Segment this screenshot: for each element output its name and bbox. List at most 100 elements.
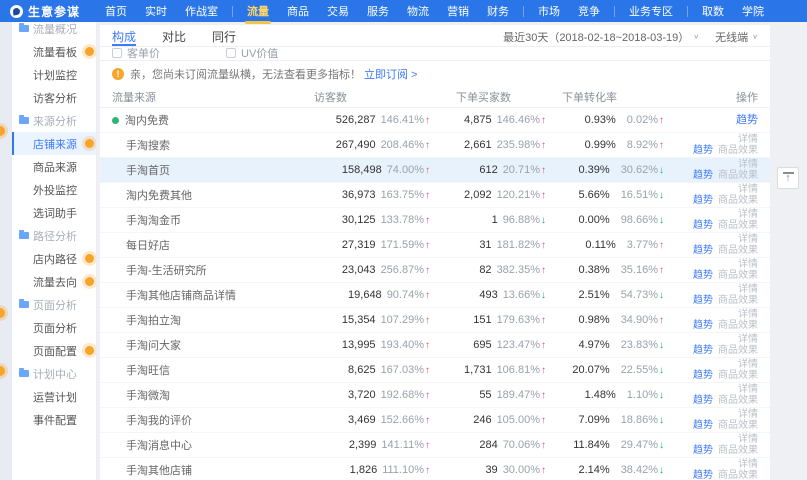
item-effect-link[interactable]: 商品效果	[718, 295, 758, 306]
nav-item-4[interactable]: 商品	[278, 0, 318, 22]
detail-link[interactable]: 详情	[738, 234, 758, 245]
table-row[interactable]: 淘内免费526,287146.41%↑4,875146.46%↑0.93%0.0…	[100, 108, 770, 133]
sidebar-item-2[interactable]: 计划监控	[12, 63, 96, 86]
tab-2[interactable]: 同行	[212, 27, 236, 46]
trend-link[interactable]: 趋势	[693, 320, 713, 331]
item-effect-link[interactable]: 商品效果	[718, 395, 758, 406]
table-row[interactable]: 手淘搜索267,490208.46%↑2,661235.98%↑0.99%8.9…	[100, 133, 770, 158]
detail-link[interactable]: 详情	[738, 259, 758, 270]
trend-link[interactable]: 趋势	[693, 145, 713, 156]
table-row[interactable]: 手淘淘金币30,125133.78%↑196.88%↓0.00%98.66%↓详…	[100, 208, 770, 233]
sidebar-item-7[interactable]: 外投监控	[12, 178, 96, 201]
trend-link[interactable]: 趋势	[693, 470, 713, 480]
tab-0[interactable]: 构成	[112, 27, 136, 46]
item-effect-link[interactable]: 商品效果	[718, 170, 758, 181]
detail-link[interactable]: 详情	[738, 284, 758, 295]
subscribe-link[interactable]: 立即订阅 >	[364, 66, 417, 82]
table-row[interactable]: 淘内免费其他36,973163.75%↑2,092120.21%↑5.66%16…	[100, 183, 770, 208]
nav-item-0[interactable]: 首页	[96, 0, 136, 22]
item-effect-link[interactable]: 商品效果	[718, 370, 758, 381]
item-effect-link[interactable]: 商品效果	[718, 195, 758, 206]
sidebar-item-8[interactable]: 选词助手	[12, 201, 96, 224]
detail-link[interactable]: 详情	[738, 209, 758, 220]
item-effect-link[interactable]: 商品效果	[718, 470, 758, 480]
nav-item-3[interactable]: 流量	[238, 0, 278, 22]
trend-link[interactable]: 趋势	[693, 245, 713, 256]
sidebar-item-17[interactable]: 事件配置	[12, 408, 96, 431]
detail-link[interactable]: 详情	[738, 309, 758, 320]
detail-link[interactable]: 详情	[738, 184, 758, 195]
sidebar-item-3[interactable]: 访客分析	[12, 86, 96, 109]
sidebar-section-0[interactable]: 流量概况	[12, 22, 96, 40]
trend-link[interactable]: 趋势	[693, 370, 713, 381]
table-row[interactable]: 手淘拍立淘15,354107.29%↑151179.63%↑0.98%34.90…	[100, 308, 770, 333]
trend-link[interactable]: 趋势	[693, 195, 713, 206]
detail-link[interactable]: 详情	[738, 359, 758, 370]
terminal-selector[interactable]: 无线端 ∨	[715, 29, 758, 45]
nav-item-6[interactable]: 服务	[358, 0, 398, 22]
sidebar-item-14[interactable]: 页面配置	[12, 339, 96, 362]
table-row[interactable]: 每日好店27,319171.59%↑31181.82%↑0.11%3.77%↑详…	[100, 233, 770, 258]
trend-link[interactable]: 趋势	[693, 445, 713, 456]
table-row[interactable]: 手淘-生活研究所23,043256.87%↑82382.35%↑0.38%35.…	[100, 258, 770, 283]
item-effect-link[interactable]: 商品效果	[718, 345, 758, 356]
detail-link[interactable]: 详情	[738, 409, 758, 420]
nav-item-11[interactable]: 竞争	[569, 0, 609, 22]
nav-item-13[interactable]: 取数	[693, 0, 733, 22]
trend-link[interactable]: 趋势	[693, 220, 713, 231]
tab-1[interactable]: 对比	[162, 27, 186, 46]
sidebar-section-15[interactable]: 计划中心	[12, 362, 96, 385]
detail-link[interactable]: 详情	[738, 134, 758, 145]
item-effect-link[interactable]: 商品效果	[718, 270, 758, 281]
sidebar-item-1[interactable]: 流量看板	[12, 40, 96, 63]
brand[interactable]: 生意参谋	[0, 3, 96, 20]
table-row[interactable]: 手淘其他店铺商品详情19,64890.74%↑49313.66%↓2.51%54…	[100, 283, 770, 308]
item-effect-link[interactable]: 商品效果	[718, 320, 758, 331]
trend-link[interactable]: 趋势	[693, 345, 713, 356]
item-effect-link[interactable]: 商品效果	[718, 145, 758, 156]
sidebar-section-9[interactable]: 路径分析	[12, 224, 96, 247]
sidebar-item-10[interactable]: 店内路径	[12, 247, 96, 270]
item-effect-link[interactable]: 商品效果	[718, 245, 758, 256]
sidebar-item-6[interactable]: 商品来源	[12, 155, 96, 178]
table-row[interactable]: 手淘首页158,49874.00%↑61220.71%↑0.39%30.62%↓…	[100, 158, 770, 183]
table-row[interactable]: 手淘其他店铺1,826111.10%↑3930.00%↑2.14%38.42%↓…	[100, 458, 770, 480]
detail-link[interactable]: 详情	[738, 384, 758, 395]
table-row[interactable]: 手淘我的评价3,469152.66%↑246105.00%↑7.09%18.86…	[100, 408, 770, 433]
trend-link[interactable]: 趋势	[693, 395, 713, 406]
trend-link[interactable]: 趋势	[736, 115, 758, 126]
trend-link[interactable]: 趋势	[693, 295, 713, 306]
sidebar-section-12[interactable]: 页面分析	[12, 293, 96, 316]
trend-link[interactable]: 趋势	[693, 270, 713, 281]
sidebar-section-4[interactable]: 来源分析	[12, 109, 96, 132]
table-row[interactable]: 手淘问大家13,995193.40%↑695123.47%↑4.97%23.83…	[100, 333, 770, 358]
nav-item-14[interactable]: 学院	[733, 0, 773, 22]
detail-link[interactable]: 详情	[738, 334, 758, 345]
sidebar-item-5[interactable]: 店铺来源	[12, 132, 96, 155]
sidebar-item-11[interactable]: 流量去向	[12, 270, 96, 293]
metric-checkbox-0[interactable]: 客单价	[112, 47, 160, 61]
sidebar-item-16[interactable]: 运营计划	[12, 385, 96, 408]
item-effect-link[interactable]: 商品效果	[718, 445, 758, 456]
nav-item-8[interactable]: 营销	[438, 0, 478, 22]
item-effect-link[interactable]: 商品效果	[718, 220, 758, 231]
detail-link[interactable]: 详情	[738, 434, 758, 445]
metric-checkbox-1[interactable]: UV价值	[226, 47, 278, 61]
nav-item-2[interactable]: 作战室	[176, 0, 227, 22]
table-row[interactable]: 手淘消息中心2,399141.11%↑28470.06%↑11.84%29.47…	[100, 433, 770, 458]
trend-link[interactable]: 趋势	[693, 170, 713, 181]
nav-item-1[interactable]: 实时	[136, 0, 176, 22]
detail-link[interactable]: 详情	[738, 159, 758, 170]
detail-link[interactable]: 详情	[738, 459, 758, 470]
back-to-top-button[interactable]: ↑	[777, 167, 799, 189]
table-row[interactable]: 手淘微淘3,720192.68%↑55189.47%↑1.48%1.10%↓详情…	[100, 383, 770, 408]
date-range-selector[interactable]: 最近30天（2018-02-18~2018-03-19） ∨	[503, 29, 699, 45]
sidebar-item-13[interactable]: 页面分析	[12, 316, 96, 339]
nav-item-5[interactable]: 交易	[318, 0, 358, 22]
nav-item-7[interactable]: 物流	[398, 0, 438, 22]
table-row[interactable]: 手淘旺信8,625167.03%↑1,731106.81%↑20.07%22.5…	[100, 358, 770, 383]
item-effect-link[interactable]: 商品效果	[718, 420, 758, 431]
nav-item-10[interactable]: 市场	[529, 0, 569, 22]
trend-link[interactable]: 趋势	[693, 420, 713, 431]
nav-item-12[interactable]: 业务专区	[620, 0, 682, 22]
